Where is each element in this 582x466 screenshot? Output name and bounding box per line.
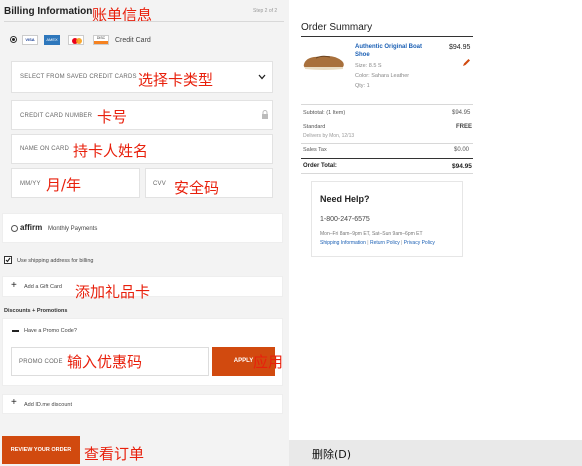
context-menu-delete[interactable]: 删除(D) — [312, 446, 351, 462]
step-indicator: Step 2 of 2 — [253, 8, 278, 14]
annotation-enter-promo: 输入优惠码 — [67, 353, 143, 371]
saved-cards-select-label: SELECT FROM SAVED CREDIT CARDS — [20, 74, 137, 80]
affirm-logo: affirm — [20, 223, 43, 232]
affirm-radio[interactable] — [11, 225, 18, 232]
product-color: Color: Sahara Leather — [355, 73, 410, 79]
need-help-box: Need Help? 1-800-247-6575 Mon–Fri 8am–9p… — [311, 181, 463, 257]
affirm-option[interactable]: affirm Monthly Payments — [2, 213, 283, 243]
promo-section: Have a Promo Code? PROMO CODE APPLY — [2, 318, 283, 386]
product-name-line1[interactable]: Authentic Original Boat — [355, 44, 422, 50]
shipping-value: FREE — [456, 124, 473, 130]
name-on-card-placeholder: NAME ON CARD — [20, 146, 70, 152]
boat-shoe-image — [303, 55, 344, 70]
order-summary-title: Order Summary — [301, 22, 373, 33]
annotation-month-year: 月/年 — [46, 176, 82, 194]
cvv-placeholder: CVV — [153, 181, 166, 187]
card-number-field[interactable]: CREDIT CARD NUMBER — [11, 100, 273, 130]
annotation-cardholder-name: 持卡人姓名 — [73, 142, 149, 160]
lock-icon — [262, 110, 268, 119]
order-total-value: $94.95 — [452, 163, 472, 170]
context-menu: 删除(D) — [289, 440, 582, 466]
discover-icon: DISC — [93, 35, 109, 45]
discounts-heading: Discounts + Promotions — [4, 308, 68, 314]
annotation-review-order: 查看订单 — [84, 445, 145, 463]
need-help-title: Need Help? — [320, 194, 370, 204]
billing-panel: Billing Information 账单信息 Step 2 of 2 VIS… — [0, 0, 289, 466]
card-number-placeholder: CREDIT CARD NUMBER — [20, 113, 93, 119]
idme-discount-row[interactable]: + Add ID.me discount — [2, 394, 283, 414]
product-size: Size: 8.5 S — [355, 63, 382, 69]
return-policy-link[interactable]: Return Policy — [370, 240, 400, 246]
plus-icon: + — [11, 280, 17, 291]
idme-label: Add ID.me discount — [24, 402, 72, 408]
delivery-date: Delivers by Mon, 12/13 — [303, 133, 355, 139]
affirm-label: Monthly Payments — [48, 226, 98, 232]
annotation-card-number: 卡号 — [97, 108, 128, 126]
plus-icon: + — [11, 397, 17, 408]
help-links: Shipping Information | Return Policy | P… — [320, 240, 435, 246]
annotation-card-type: 选择卡类型 — [138, 71, 214, 89]
use-shipping-checkbox[interactable] — [4, 256, 12, 264]
shipping-info-link[interactable]: Shipping Information — [320, 240, 366, 246]
tax-label: Sales Tax — [303, 147, 327, 153]
visa-icon: VISA — [22, 35, 38, 45]
billing-title: Billing Information — [4, 6, 93, 17]
product-price: $94.95 — [449, 44, 471, 51]
annotation-add-gift-card: 添加礼品卡 — [75, 283, 151, 301]
use-shipping-label: Use shipping address for billing — [17, 258, 94, 264]
chevron-down-icon — [258, 74, 266, 80]
checkmark-icon — [5, 257, 11, 263]
product-qty: Qty: 1 — [355, 83, 370, 89]
promo-code-placeholder: PROMO CODE — [19, 359, 63, 365]
shipping-method: Standard — [303, 124, 326, 130]
privacy-policy-link[interactable]: Privacy Policy — [404, 240, 435, 246]
subtotal-label: Subtotal: (1 Item) — [303, 110, 346, 116]
help-phone[interactable]: 1-800-247-6575 — [320, 216, 370, 223]
minus-icon[interactable] — [12, 330, 19, 332]
subtotal-value: $94.95 — [452, 110, 471, 116]
order-summary-panel: Order Summary Authentic Original Boat Sh… — [289, 0, 582, 440]
promo-question[interactable]: Have a Promo Code? — [24, 328, 77, 334]
add-gift-card-label: Add a Gift Card — [24, 284, 62, 290]
annotation-apply: 应用 — [253, 353, 284, 371]
review-order-button[interactable]: REVIEW YOUR ORDER — [2, 436, 80, 464]
credit-card-label: Credit Card — [115, 37, 151, 44]
product-name-line2[interactable]: Shoe — [355, 52, 370, 58]
annotation-security-code: 安全码 — [174, 179, 220, 197]
pencil-edit-icon[interactable] — [462, 58, 471, 67]
amex-icon: AMEX — [44, 35, 60, 45]
help-hours: Mon–Fri 8am–9pm ET, Sat–Sun 9am–6pm ET — [320, 231, 423, 237]
expiry-placeholder: MM/YY — [20, 181, 41, 187]
order-total-label: Order Total: — [303, 163, 337, 169]
mastercard-icon — [68, 35, 84, 45]
credit-card-radio[interactable] — [10, 36, 17, 43]
tax-value: $0.00 — [454, 147, 470, 153]
